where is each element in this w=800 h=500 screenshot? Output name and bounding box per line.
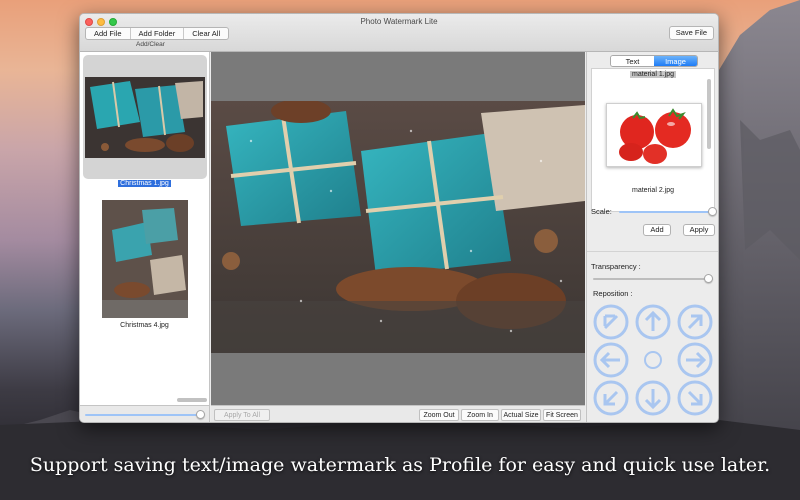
reposition-label: Reposition : <box>593 289 633 298</box>
arrow-up-left-icon[interactable] <box>593 304 629 340</box>
file-label[interactable]: Christmas 4.jpg <box>80 322 209 329</box>
file-name-christmas-1: Christmas 1.jpg <box>118 180 171 187</box>
zoom-out-button[interactable]: Zoom Out <box>419 409 459 421</box>
actual-size-button[interactable]: Actual Size <box>501 409 541 421</box>
watermark-panel: Text Image material 1.jpg material 2.jpg <box>586 52 718 422</box>
window-title: Photo Watermark Lite <box>360 17 438 26</box>
thumbnail-size-bar <box>80 405 210 422</box>
tab-text[interactable]: Text <box>611 56 654 66</box>
watermark-name-material-2: material 2.jpg <box>631 187 675 194</box>
watermark-item-label[interactable]: material 1.jpg <box>592 71 714 78</box>
arrow-right-icon[interactable] <box>677 342 713 378</box>
thumbnail-size-slider[interactable] <box>85 414 203 416</box>
scale-label: Scale: <box>591 207 612 216</box>
arrow-left-icon[interactable] <box>593 342 629 378</box>
add-watermark-button[interactable]: Add <box>643 224 671 236</box>
arrow-up-icon[interactable] <box>635 304 671 340</box>
file-thumbnail-christmas-1[interactable] <box>85 77 205 158</box>
title-bar: Photo Watermark Lite Add File Add Folder… <box>80 14 718 52</box>
thumbnail-size-slider-knob[interactable] <box>196 410 205 419</box>
save-file-button[interactable]: Save File <box>668 26 714 40</box>
watermark-item-label[interactable]: material 2.jpg <box>592 187 714 194</box>
transparency-slider[interactable] <box>593 278 713 280</box>
apply-to-all-button[interactable]: Apply To All <box>214 409 270 421</box>
arrow-up-right-icon[interactable] <box>677 304 713 340</box>
preview-toolbar: Apply To All Zoom Out Zoom In Actual Siz… <box>211 405 585 422</box>
transparency-slider-knob[interactable] <box>704 274 713 283</box>
file-label[interactable]: Christmas 1.jpg <box>80 180 209 187</box>
transparency-label: Transparency : <box>591 262 641 271</box>
arrow-down-icon[interactable] <box>635 380 671 416</box>
fit-screen-button[interactable]: Fit Screen <box>543 409 581 421</box>
file-thumbnail-christmas-4[interactable] <box>102 200 188 318</box>
horizontal-scrollbar[interactable] <box>177 398 207 402</box>
watermark-name-material-1: material 1.jpg <box>629 71 677 78</box>
watermark-image-list: material 1.jpg material 2.jpg <box>591 68 715 212</box>
arrow-down-right-icon[interactable] <box>677 380 713 416</box>
file-name-christmas-4: Christmas 4.jpg <box>120 322 169 329</box>
zoom-in-button[interactable]: Zoom In <box>461 409 499 421</box>
add-clear-group: Add File Add Folder Clear All <box>85 27 230 40</box>
promo-caption: Support saving text/image watermark as P… <box>29 454 771 476</box>
add-folder-button[interactable]: Add Folder <box>131 28 185 39</box>
app-window: Photo Watermark Lite Add File Add Folder… <box>79 13 719 423</box>
clear-all-button[interactable]: Clear All <box>184 28 228 39</box>
preview-area <box>211 52 585 405</box>
file-list: Christmas 1.jpg Christmas 4.jpg <box>80 52 210 405</box>
tab-image[interactable]: Image <box>654 56 697 66</box>
watermark-thumbnail-material-2[interactable] <box>606 103 702 167</box>
vertical-scrollbar[interactable] <box>707 79 711 149</box>
watermark-type-switch: Text Image <box>610 55 698 67</box>
add-clear-label: Add/Clear <box>136 41 165 48</box>
scale-slider[interactable] <box>619 211 713 213</box>
arrow-down-left-icon[interactable] <box>593 380 629 416</box>
apply-watermark-button[interactable]: Apply <box>683 224 715 236</box>
scale-slider-knob[interactable] <box>708 207 717 216</box>
preview-image <box>211 101 585 353</box>
center-dot-icon[interactable] <box>635 342 671 378</box>
add-file-button[interactable]: Add File <box>86 28 131 39</box>
divider <box>587 251 718 252</box>
